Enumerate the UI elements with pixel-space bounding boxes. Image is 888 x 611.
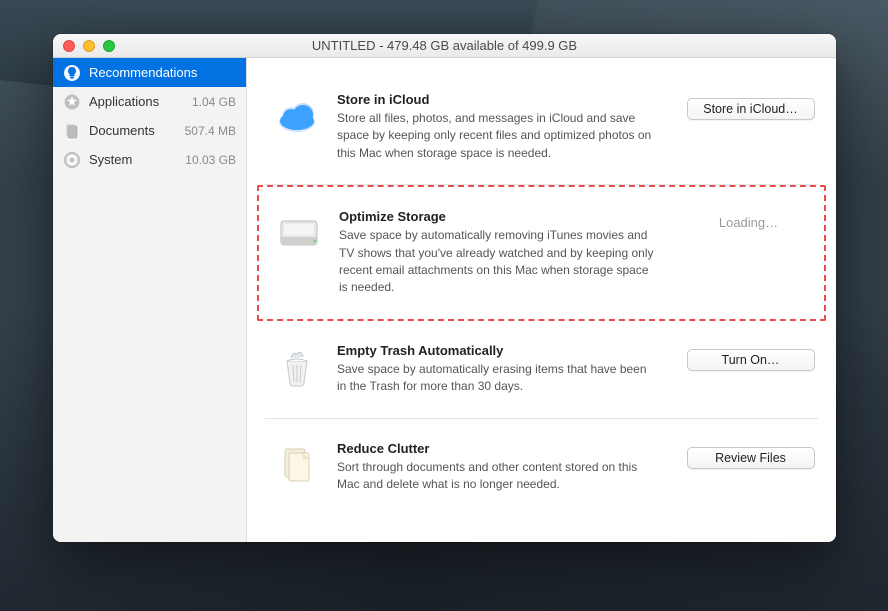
storage-management-window: UNTITLED - 479.48 GB available of 499.9 …	[53, 34, 836, 542]
sidebar-item-label: System	[89, 152, 185, 167]
titlebar: UNTITLED - 479.48 GB available of 499.9 …	[53, 34, 836, 58]
recommendation-description: Save space by automatically erasing item…	[337, 361, 657, 396]
sidebar-item-documents[interactable]: Documents 507.4 MB	[53, 116, 246, 145]
recommendation-text: Empty Trash Automatically Save space by …	[337, 343, 667, 396]
recommendation-store-in-icloud: Store in iCloud Store all files, photos,…	[265, 70, 818, 185]
recommendation-title: Optimize Storage	[339, 209, 665, 224]
sidebar-item-label: Recommendations	[89, 65, 236, 80]
review-files-button[interactable]: Review Files	[687, 447, 815, 469]
system-icon	[63, 151, 81, 169]
recommendation-text: Store in iCloud Store all files, photos,…	[337, 92, 667, 162]
recommendation-text: Reduce Clutter Sort through documents an…	[337, 441, 667, 494]
sidebar: Recommendations Applications 1.04 GB Doc…	[53, 58, 247, 542]
documents-icon	[63, 122, 81, 140]
files-icon	[273, 441, 321, 489]
sidebar-item-system[interactable]: System 10.03 GB	[53, 145, 246, 174]
sidebar-item-size: 507.4 MB	[185, 124, 236, 138]
recommendation-title: Store in iCloud	[337, 92, 667, 107]
window-title: UNTITLED - 479.48 GB available of 499.9 …	[53, 38, 836, 53]
recommendation-description: Sort through documents and other content…	[337, 459, 657, 494]
applications-icon	[63, 93, 81, 111]
sidebar-item-size: 10.03 GB	[185, 153, 236, 167]
recommendation-optimize-storage: Optimize Storage Save space by automatic…	[257, 185, 826, 321]
recommendation-description: Save space by automatically removing iTu…	[339, 227, 659, 297]
recommendation-description: Store all files, photos, and messages in…	[337, 110, 657, 162]
recommendation-reduce-clutter: Reduce Clutter Sort through documents an…	[265, 419, 818, 516]
recommendation-action: Store in iCloud…	[683, 98, 818, 120]
sidebar-item-applications[interactable]: Applications 1.04 GB	[53, 87, 246, 116]
store-in-icloud-button[interactable]: Store in iCloud…	[687, 98, 815, 120]
recommendation-text: Optimize Storage Save space by automatic…	[339, 209, 665, 297]
recommendation-action: Loading…	[681, 215, 816, 230]
lightbulb-icon	[63, 64, 81, 82]
main-content: Store in iCloud Store all files, photos,…	[247, 58, 836, 542]
cloud-icon	[273, 92, 321, 140]
recommendation-action: Review Files	[683, 447, 818, 469]
sidebar-item-recommendations[interactable]: Recommendations	[53, 58, 246, 87]
recommendation-title: Empty Trash Automatically	[337, 343, 667, 358]
sidebar-item-label: Documents	[89, 123, 185, 138]
recommendation-action: Turn On…	[683, 349, 818, 371]
recommendation-empty-trash: Empty Trash Automatically Save space by …	[265, 321, 818, 419]
turn-on-button[interactable]: Turn On…	[687, 349, 815, 371]
trash-icon	[273, 343, 321, 391]
loading-label: Loading…	[719, 215, 778, 230]
drive-icon	[275, 209, 323, 257]
window-body: Recommendations Applications 1.04 GB Doc…	[53, 58, 836, 542]
sidebar-item-size: 1.04 GB	[192, 95, 236, 109]
sidebar-item-label: Applications	[89, 94, 192, 109]
recommendation-title: Reduce Clutter	[337, 441, 667, 456]
